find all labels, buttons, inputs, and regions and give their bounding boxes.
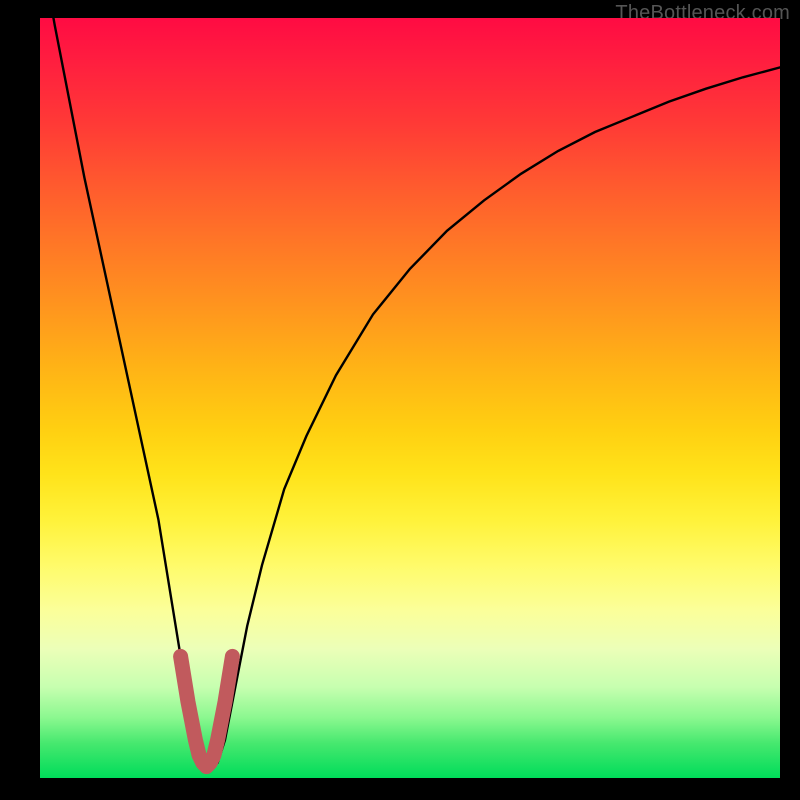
chart-stage: TheBottleneck.com [0,0,800,800]
curve-layer [40,18,780,778]
minimum-marker-path [181,656,233,766]
plot-area [40,18,780,778]
bottleneck-curve-path [40,18,780,770]
